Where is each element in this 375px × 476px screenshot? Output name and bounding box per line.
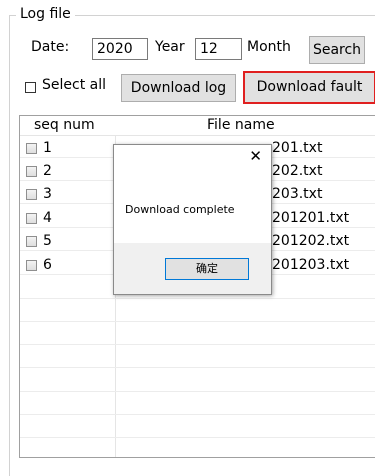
row-file-name: 201.txt (272, 140, 323, 156)
download-fault-button[interactable]: Download fault (243, 71, 375, 104)
row-seq: 2 (43, 163, 52, 179)
year-label: Year (155, 39, 185, 55)
row-seq: 5 (43, 233, 52, 249)
row-seq: 4 (43, 210, 52, 226)
table-row (20, 374, 375, 392)
row-file-name: 201203.txt (272, 257, 350, 273)
select-all-label: Select all (42, 77, 106, 93)
row-checkbox[interactable] (26, 189, 37, 200)
column-header-seq[interactable]: seq num (34, 116, 95, 135)
row-checkbox[interactable] (26, 166, 37, 177)
row-file-name: 201202.txt (272, 233, 350, 249)
search-button[interactable]: Search (309, 36, 365, 64)
download-complete-dialog: ✕ Download complete 确定 (113, 144, 272, 295)
table-row (20, 350, 375, 368)
table-header: seq num File name (20, 116, 375, 136)
table-row (20, 327, 375, 345)
row-checkbox[interactable] (26, 143, 37, 154)
row-seq: 1 (43, 140, 52, 156)
select-all-checkbox[interactable] (25, 82, 36, 93)
row-file-name: 201201.txt (272, 210, 350, 226)
row-seq: 6 (43, 257, 52, 273)
table-row (20, 304, 375, 322)
groupbox-title: Log file (16, 6, 75, 22)
row-checkbox[interactable] (26, 213, 37, 224)
dialog-footer: 确定 (114, 243, 271, 294)
month-label: Month (247, 39, 291, 55)
month-input[interactable]: 12 (195, 38, 242, 60)
dialog-message: Download complete (125, 203, 235, 216)
row-file-name: 202.txt (272, 163, 323, 179)
column-header-file-name[interactable]: File name (207, 116, 275, 135)
table-row (20, 420, 375, 438)
row-checkbox[interactable] (26, 260, 37, 271)
date-label: Date: (31, 39, 70, 55)
row-checkbox[interactable] (26, 236, 37, 247)
row-seq: 3 (43, 186, 52, 202)
table-row (20, 397, 375, 415)
download-log-button[interactable]: Download log (121, 74, 236, 102)
close-icon[interactable]: ✕ (249, 148, 262, 164)
row-file-name: 203.txt (272, 186, 323, 202)
ok-button[interactable]: 确定 (165, 258, 249, 280)
year-input[interactable]: 2020 (92, 38, 148, 60)
